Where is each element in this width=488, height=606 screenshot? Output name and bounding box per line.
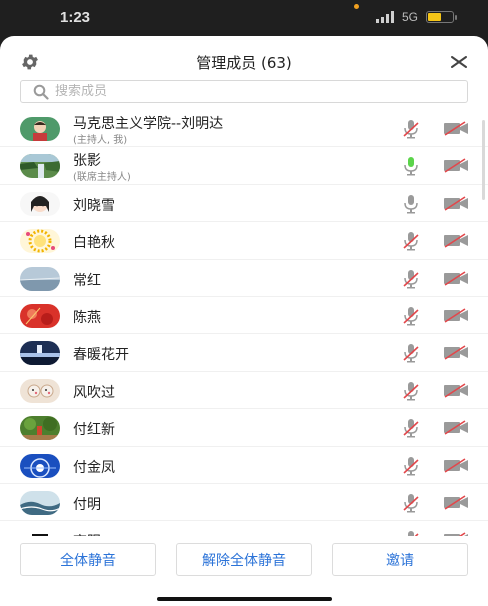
camera-off-icon[interactable]	[443, 196, 469, 211]
avatar	[20, 341, 60, 366]
list-scrollbar[interactable]	[482, 120, 485, 200]
avatar	[20, 453, 60, 478]
member-name: 付金凤	[73, 459, 115, 476]
mic-muted-icon[interactable]	[402, 381, 420, 401]
status-time: 1:23	[60, 9, 91, 26]
member-row[interactable]: 付红新	[0, 409, 488, 447]
camera-off-icon[interactable]	[443, 233, 469, 248]
avatar	[20, 154, 60, 179]
member-name: 付明	[73, 496, 101, 513]
avatar	[20, 490, 60, 515]
status-icons: 5G	[375, 10, 457, 24]
member-row[interactable]: 春暖花开	[0, 334, 488, 372]
action-footer: 全体静音 解除全体静音 邀请	[0, 536, 488, 606]
mic-speaking-icon[interactable]	[402, 156, 420, 176]
avatar	[20, 191, 60, 216]
avatar	[20, 416, 60, 441]
mic-icon[interactable]	[402, 194, 420, 214]
signal-icon	[375, 11, 394, 23]
member-row[interactable]: 马克思主义学院--刘明达 (主持人, 我)	[0, 110, 488, 148]
member-role: (主持人, 我)	[73, 135, 128, 146]
avatar	[20, 117, 60, 141]
camera-off-icon[interactable]	[443, 420, 469, 435]
member-name: 风吹过	[73, 384, 115, 401]
status-bar: 1:23 5G	[0, 0, 488, 36]
member-row[interactable]: 刘晓雪	[0, 185, 488, 223]
member-role: (联席主持人)	[73, 172, 131, 184]
mic-muted-icon[interactable]	[402, 306, 420, 326]
network-type: 5G	[401, 10, 418, 24]
member-row[interactable]: 常红	[0, 260, 488, 297]
mic-muted-icon[interactable]	[402, 493, 420, 513]
manage-members-sheet: 管理成员 (63) 马克思主义学院--刘明达 (主持人, 我)	[0, 36, 488, 606]
member-name: 陈燕	[73, 309, 101, 326]
member-row[interactable]: 风吹过	[0, 372, 488, 410]
page-title: 管理成员 (63)	[196, 54, 292, 72]
avatar	[20, 528, 60, 536]
member-name: 白艳秋	[73, 235, 115, 252]
unmute-all-button[interactable]: 解除全体静音	[176, 543, 312, 576]
battery-icon	[426, 11, 457, 23]
camera-off-icon[interactable]	[443, 383, 469, 398]
member-row[interactable]: 高阳	[0, 521, 488, 536]
member-name: 付红新	[73, 422, 115, 439]
member-list: 马克思主义学院--刘明达 (主持人, 我) 张影 (联席主持人) 刘晓雪 白艳秋…	[0, 110, 488, 536]
privacy-indicator-dot	[354, 4, 359, 9]
camera-off-icon[interactable]	[443, 457, 469, 473]
search-icon	[33, 84, 49, 100]
mic-muted-icon[interactable]	[402, 456, 420, 476]
sheet-header: 管理成员 (63)	[0, 36, 488, 86]
mute-all-button[interactable]: 全体静音	[20, 543, 156, 576]
member-name: 马克思主义学院--刘明达	[73, 116, 224, 132]
member-name: 春暖花开	[73, 347, 129, 364]
search-bar[interactable]	[20, 80, 468, 103]
camera-off-icon[interactable]	[443, 345, 469, 361]
avatar	[20, 303, 60, 328]
mic-muted-icon[interactable]	[402, 231, 420, 251]
camera-off-icon[interactable]	[443, 158, 469, 174]
camera-off-icon[interactable]	[443, 121, 469, 136]
mic-muted-icon[interactable]	[402, 343, 420, 363]
close-icon[interactable]	[450, 53, 468, 71]
home-indicator[interactable]	[157, 597, 332, 601]
member-name: 刘晓雪	[73, 197, 115, 214]
search-input[interactable]	[55, 84, 435, 99]
camera-off-icon[interactable]	[443, 308, 469, 323]
member-name: 张影	[73, 153, 101, 170]
camera-off-icon[interactable]	[443, 270, 469, 286]
invite-button[interactable]: 邀请	[332, 543, 468, 576]
avatar	[20, 378, 60, 403]
member-row[interactable]: 白艳秋	[0, 222, 488, 260]
avatar	[20, 266, 60, 291]
member-row[interactable]: 付明	[0, 484, 488, 522]
avatar	[20, 229, 60, 254]
mic-muted-icon[interactable]	[402, 418, 420, 438]
member-row[interactable]: 陈燕	[0, 297, 488, 335]
camera-off-icon[interactable]	[443, 495, 469, 510]
member-row[interactable]: 张影 (联席主持人)	[0, 147, 488, 185]
member-row[interactable]: 付金凤	[0, 447, 488, 484]
mic-muted-icon[interactable]	[402, 119, 420, 139]
member-name: 常红	[73, 272, 101, 289]
mic-muted-icon[interactable]	[402, 269, 420, 289]
